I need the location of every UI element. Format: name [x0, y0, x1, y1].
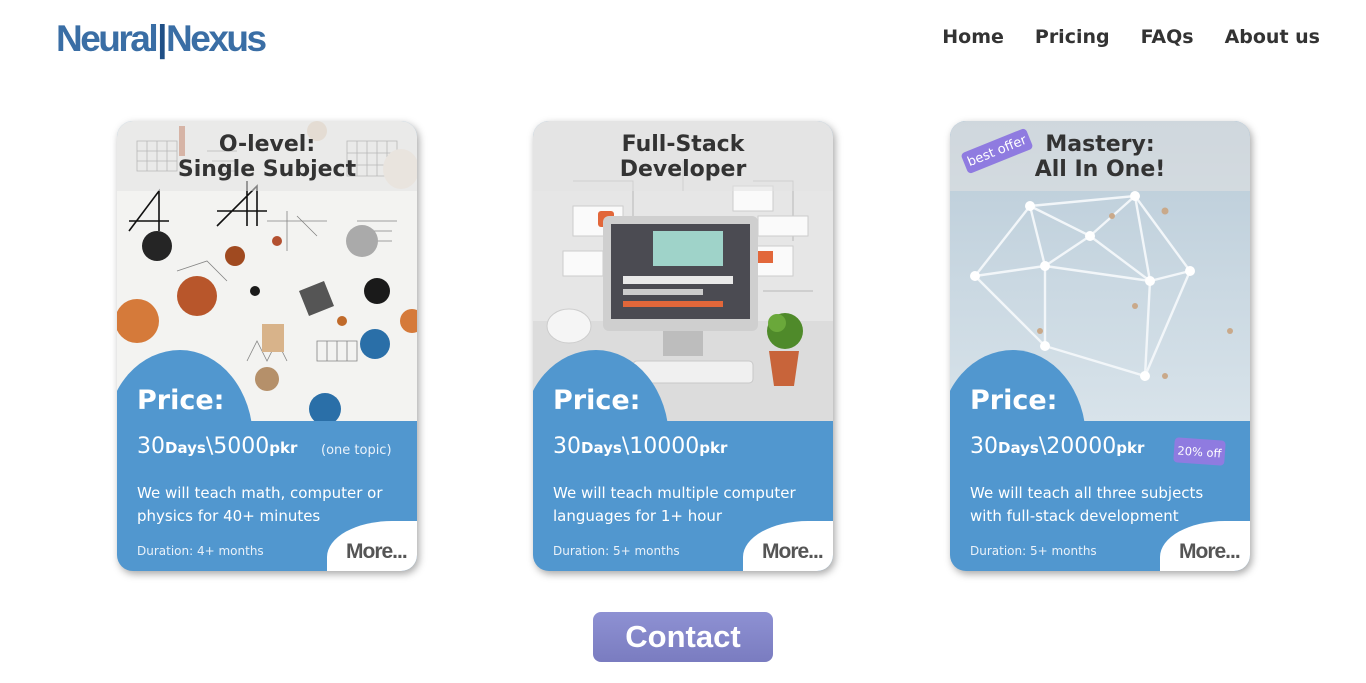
site-logo[interactable]: Neural|Nexus [56, 18, 267, 60]
price-label: Price: [970, 385, 1058, 416]
price-days: 30 [137, 434, 165, 459]
price-amount: 5000 [213, 434, 270, 459]
logo-word-left: Neural [56, 18, 159, 59]
price-currency: pkr [269, 439, 298, 457]
card-duration: Duration: 5+ months [553, 544, 680, 558]
card-title-line1: Mastery: [1045, 132, 1155, 157]
card-title-line1: O-level: [218, 132, 316, 157]
nav-about-us[interactable]: About us [1225, 26, 1320, 48]
card-duration: Duration: 4+ months [137, 544, 264, 558]
card-description: We will teach all three subjects with fu… [970, 484, 1204, 525]
price-label: Price: [137, 385, 225, 416]
price-amount: 10000 [629, 434, 700, 459]
more-button[interactable]: More... [1179, 540, 1241, 564]
more-button[interactable]: More... [346, 540, 408, 564]
price-days-unit: Days [998, 439, 1039, 457]
contact-button[interactable]: Contact [593, 612, 773, 662]
pricing-card-fullstack[interactable]: Full-Stack Developer Price: 30Days\10000… [533, 121, 833, 571]
price-label: Price: [553, 385, 641, 416]
price-days-unit: Days [581, 439, 622, 457]
discount-badge: 20% off [1173, 437, 1226, 466]
price-days-unit: Days [165, 439, 206, 457]
card-title-band: Full-Stack Developer [533, 121, 833, 191]
price-value: 30Days\20000pkr [970, 434, 1144, 459]
site-header: Neural|Nexus Home Pricing FAQs About us [0, 0, 1366, 80]
price-value: 30Days\10000pkr [553, 434, 727, 459]
more-button[interactable]: More... [762, 540, 824, 564]
nav-home[interactable]: Home [942, 26, 1004, 48]
card-description: We will teach math, computer or physics … [137, 484, 383, 525]
logo-word-right: Nexus [166, 18, 267, 59]
price-days: 30 [553, 434, 581, 459]
card-title-line2: All In One! [1034, 157, 1166, 182]
main-nav: Home Pricing FAQs About us [942, 26, 1320, 48]
card-title-line1: Full-Stack [621, 132, 745, 157]
price-currency: pkr [1116, 439, 1145, 457]
price-days: 30 [970, 434, 998, 459]
price-amount: 20000 [1046, 434, 1117, 459]
card-title-line2: Single Subject [177, 157, 357, 182]
price-currency: pkr [699, 439, 728, 457]
price-note: (one topic) [321, 443, 392, 458]
card-title-band: O-level: Single Subject [117, 121, 417, 191]
pricing-card-mastery[interactable]: Mastery: All In One! best offer Price: 3… [950, 121, 1250, 571]
nav-faqs[interactable]: FAQs [1141, 26, 1194, 48]
card-description: We will teach multiple computer language… [553, 484, 796, 525]
nav-pricing[interactable]: Pricing [1035, 26, 1110, 48]
pricing-card-olevel[interactable]: O-level: Single Subject Price: 30Days\50… [117, 121, 417, 571]
logo-separator: | [157, 18, 167, 59]
card-duration: Duration: 5+ months [970, 544, 1097, 558]
price-value: 30Days\5000pkr [137, 434, 297, 459]
card-title-line2: Developer [619, 157, 747, 182]
